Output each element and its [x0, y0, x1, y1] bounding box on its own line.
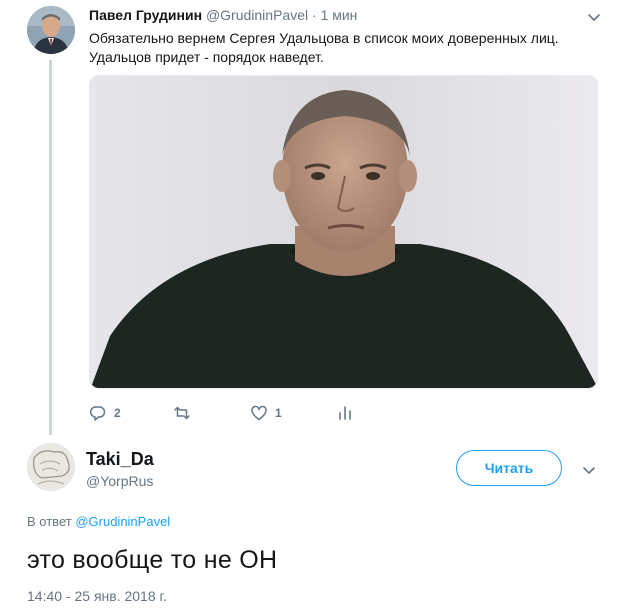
- reply-icon: [89, 406, 106, 421]
- avatar-taki-da[interactable]: [27, 443, 75, 491]
- tweet1-author-handle[interactable]: @GrudininPavel: [206, 7, 308, 23]
- like-button[interactable]: 1: [250, 404, 282, 422]
- heart-icon: [251, 405, 267, 421]
- tweet1-time[interactable]: 1 мин: [321, 7, 358, 23]
- thread-connector-line: [49, 60, 52, 435]
- tweet1-actions: 2 1: [89, 404, 509, 424]
- tweet1-media-photo[interactable]: [89, 75, 598, 389]
- chevron-down-icon[interactable]: [580, 461, 598, 479]
- reply-mention-link[interactable]: @GrudininPavel: [75, 514, 170, 529]
- follow-button[interactable]: Читать: [456, 450, 562, 486]
- avatar-photo-icon: [27, 6, 75, 54]
- analytics-button[interactable]: [336, 404, 354, 422]
- reply-context: В ответ @GrudininPavel: [27, 514, 170, 529]
- tweet2-author-handle[interactable]: @YorpRus: [86, 473, 153, 489]
- retweet-button[interactable]: [173, 404, 198, 422]
- tweet1-text-line2: Удальцов придет - порядок наведет.: [89, 49, 324, 65]
- reply-button[interactable]: 2: [89, 404, 121, 422]
- retweet-icon: [174, 406, 190, 420]
- reply-prefix: В ответ: [27, 514, 72, 529]
- tweet1-text-line1: Обязательно вернем Сергея Удальцова в сп…: [89, 30, 559, 46]
- analytics-icon: [339, 406, 351, 420]
- photo-of-man-icon: [90, 76, 597, 388]
- avatar-sketch-icon: [28, 444, 74, 490]
- like-count: 1: [275, 406, 282, 420]
- tweet2-author-name[interactable]: Taki_Da: [86, 449, 154, 470]
- tweet1-separator: ·: [312, 7, 317, 23]
- tweet2-timestamp[interactable]: 14:40 - 25 янв. 2018 г.: [27, 588, 167, 604]
- tweet2-text: это вообще то не ОН: [27, 546, 278, 574]
- tweet1-text: Обязательно вернем Сергея Удальцова в сп…: [89, 29, 594, 67]
- avatar-grudinin[interactable]: [27, 6, 75, 54]
- chevron-down-icon[interactable]: [585, 8, 603, 26]
- tweet1-header: Павел Грудинин @GrudininPavel · 1 мин: [89, 6, 357, 24]
- reply-count: 2: [114, 406, 121, 420]
- tweet1-author-name[interactable]: Павел Грудинин: [89, 7, 202, 23]
